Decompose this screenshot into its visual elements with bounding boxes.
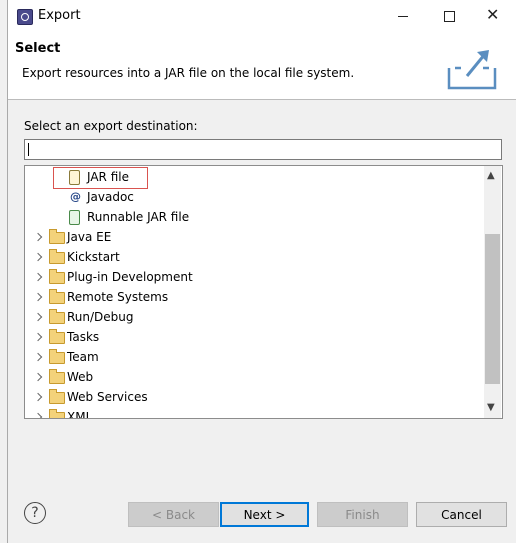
tree-item[interactable]: Web Services bbox=[25, 387, 483, 407]
folder-icon bbox=[49, 329, 65, 344]
minimize-button[interactable] bbox=[398, 16, 408, 17]
export-banner-icon bbox=[447, 50, 497, 90]
export-destination-label: Select an export destination: bbox=[24, 119, 198, 133]
export-destination-tree[interactable]: XML Web Services Web Team Tasks Run/Debug Remo… bbox=[24, 165, 503, 419]
tree-item-label: Run/Debug bbox=[67, 310, 134, 324]
tree-item[interactable]: Plug-in Development bbox=[25, 267, 483, 287]
tree-item[interactable]: Kickstart bbox=[25, 247, 483, 267]
close-button[interactable]: ✕ bbox=[486, 5, 499, 24]
tree-item[interactable]: Runnable JAR file bbox=[25, 207, 483, 227]
chevron-right-icon[interactable] bbox=[33, 272, 43, 282]
page-title: Select bbox=[15, 41, 61, 56]
folder-icon bbox=[49, 389, 65, 404]
chevron-right-icon[interactable] bbox=[33, 252, 43, 262]
tree-item-label: Team bbox=[67, 350, 99, 364]
vertical-scrollbar[interactable]: ▲ ▼ bbox=[484, 166, 501, 418]
tree-item[interactable]: Run/Debug bbox=[25, 307, 483, 327]
tree-item[interactable]: Java EE bbox=[25, 227, 483, 247]
javadoc-icon: @ bbox=[70, 190, 81, 203]
scroll-down-arrow-icon[interactable]: ▼ bbox=[487, 402, 495, 413]
tree-item[interactable]: Web bbox=[25, 367, 483, 387]
tree-item-label: Remote Systems bbox=[67, 290, 169, 304]
title-bar: Export ✕ bbox=[8, 0, 516, 32]
next-button[interactable]: Next > bbox=[220, 502, 309, 527]
window-title: Export bbox=[38, 8, 81, 23]
chevron-right-icon[interactable] bbox=[33, 312, 43, 322]
runnable-jar-icon bbox=[69, 210, 80, 225]
folder-icon bbox=[49, 349, 65, 364]
tree-item-label: Kickstart bbox=[67, 250, 120, 264]
filter-input[interactable] bbox=[24, 139, 502, 160]
tree-item[interactable]: @ Javadoc bbox=[25, 187, 483, 207]
chevron-right-icon[interactable] bbox=[33, 232, 43, 242]
page-description: Export resources into a JAR file on the … bbox=[22, 66, 355, 80]
help-button[interactable]: ? bbox=[24, 502, 46, 524]
chevron-right-icon[interactable] bbox=[33, 332, 43, 342]
export-dialog: Export ✕ Select Export resources into a … bbox=[7, 0, 516, 543]
finish-button[interactable]: Finish bbox=[317, 502, 408, 527]
wizard-header: Select Export resources into a JAR file … bbox=[8, 32, 516, 100]
chevron-right-icon[interactable] bbox=[33, 412, 43, 418]
tree-item-label: Web bbox=[67, 370, 94, 384]
folder-icon bbox=[49, 309, 65, 324]
scroll-up-arrow-icon[interactable]: ▲ bbox=[487, 170, 495, 181]
folder-icon bbox=[49, 409, 65, 418]
tree-item-label: Plug-in Development bbox=[67, 270, 193, 284]
tree-item-label: XML bbox=[67, 410, 93, 419]
chevron-right-icon[interactable] bbox=[33, 292, 43, 302]
eclipse-app-icon bbox=[17, 9, 33, 25]
folder-icon bbox=[49, 249, 65, 264]
tree-item-label: Web Services bbox=[67, 390, 148, 404]
tree-item[interactable]: Remote Systems bbox=[25, 287, 483, 307]
tree-item[interactable]: XML bbox=[25, 407, 483, 419]
tree-item-label: Runnable JAR file bbox=[87, 210, 190, 224]
tree-item-label: Tasks bbox=[67, 330, 100, 344]
folder-icon bbox=[49, 289, 65, 304]
folder-icon bbox=[49, 269, 65, 284]
chevron-right-icon[interactable] bbox=[33, 392, 43, 402]
maximize-button[interactable] bbox=[444, 11, 455, 22]
folder-icon bbox=[49, 369, 65, 384]
back-button[interactable]: < Back bbox=[128, 502, 219, 527]
scroll-thumb[interactable] bbox=[485, 234, 500, 384]
selection-highlight bbox=[53, 167, 148, 189]
text-caret bbox=[28, 143, 29, 156]
cancel-button[interactable]: Cancel bbox=[416, 502, 507, 527]
tree-item[interactable]: JAR file bbox=[25, 167, 483, 189]
tree-item[interactable]: Tasks bbox=[25, 327, 483, 347]
chevron-right-icon[interactable] bbox=[33, 352, 43, 362]
tree-item[interactable]: Team bbox=[25, 347, 483, 367]
tree-item-label: Javadoc bbox=[87, 190, 134, 204]
chevron-right-icon[interactable] bbox=[33, 372, 43, 382]
tree-item-label: Java EE bbox=[67, 230, 112, 244]
folder-icon bbox=[49, 229, 65, 244]
